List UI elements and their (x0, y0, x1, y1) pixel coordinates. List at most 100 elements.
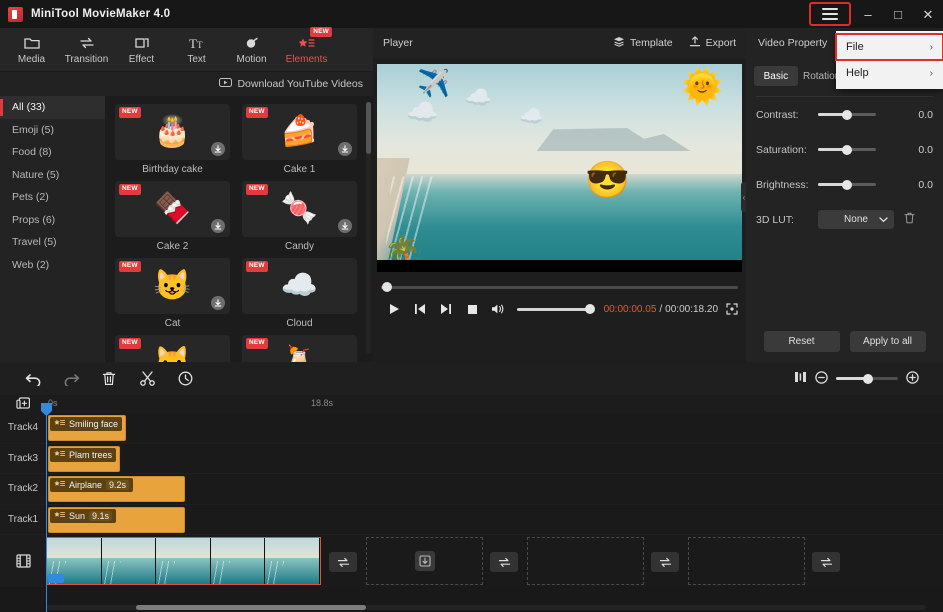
smiling-face-element[interactable]: 😎 (585, 162, 630, 198)
element-thumbnail[interactable]: NEW 🍬 (242, 181, 357, 237)
delete-lut-icon[interactable] (904, 212, 915, 227)
element-card[interactable]: NEW 🐱 (115, 335, 230, 362)
tab-basic[interactable]: Basic (754, 66, 798, 86)
maximize-button[interactable]: □ (883, 0, 913, 28)
media-drop-slot[interactable] (527, 537, 644, 585)
delete-icon[interactable] (90, 364, 128, 394)
nav-item-motion[interactable]: Motion (224, 29, 279, 71)
download-icon[interactable] (211, 219, 225, 233)
clip-trim-handle[interactable] (48, 574, 64, 583)
category-emoji[interactable]: Emoji (5) (0, 119, 105, 142)
nav-item-media[interactable]: Media (4, 29, 59, 71)
apply-to-all-button[interactable]: Apply to all (850, 331, 926, 352)
ruler-track[interactable]: 0s 18.8s (46, 395, 943, 413)
element-thumbnail[interactable]: NEW 🍹 (242, 335, 357, 362)
track-label-4: Track4 (0, 413, 46, 443)
element-thumbnail[interactable]: NEW ☁️ (242, 258, 357, 314)
volume-slider[interactable] (517, 308, 593, 311)
category-travel[interactable]: Travel (5) (0, 231, 105, 254)
speed-icon[interactable] (166, 364, 204, 394)
main-menu-button[interactable] (809, 2, 851, 26)
fullscreen-button[interactable] (726, 303, 738, 315)
clip-smiling-face[interactable]: Smiling face (48, 415, 126, 441)
next-frame-button[interactable] (433, 298, 459, 320)
transition-slot-button[interactable] (329, 552, 357, 572)
element-card[interactable]: NEW 🍰 Cake 1 (242, 104, 357, 175)
reset-button[interactable]: Reset (764, 331, 840, 352)
airplane-element[interactable]: ✈️ (417, 70, 451, 97)
track-lane-4[interactable]: Smiling face (46, 413, 943, 443)
playhead[interactable] (46, 413, 47, 612)
nav-item-effect[interactable]: Effect (114, 29, 169, 71)
menu-item-help[interactable]: Help › (836, 60, 943, 86)
clip-sun[interactable]: Sun 9.1s (48, 507, 185, 533)
element-thumbnail[interactable]: NEW 😺 (115, 258, 230, 314)
video-frame (265, 538, 320, 584)
media-drop-slot[interactable] (366, 537, 483, 585)
fit-timeline-icon[interactable] (794, 371, 807, 386)
element-card[interactable]: NEW 🍬 Candy (242, 181, 357, 252)
element-card[interactable]: NEW 🍫 Cake 2 (115, 181, 230, 252)
close-button[interactable]: ✕ (913, 0, 943, 28)
element-card[interactable]: NEW 🍹 (242, 335, 357, 362)
stop-button[interactable] (459, 298, 485, 320)
timeline-zoom-slider[interactable] (836, 377, 898, 380)
contrast-slider[interactable] (818, 113, 876, 116)
previous-frame-button[interactable] (407, 298, 433, 320)
brightness-slider[interactable] (818, 183, 876, 186)
play-button[interactable] (381, 298, 407, 320)
download-icon[interactable] (211, 142, 225, 156)
preview-stage[interactable]: ☁️ ☁️ ☁️ ✈️ 🌞 🌴 😎 (377, 64, 742, 272)
track-lane-1[interactable]: Sun 9.1s (46, 505, 943, 535)
transition-slot-button[interactable] (651, 552, 679, 572)
sun-element[interactable]: 🌞 (681, 70, 723, 104)
transition-slot-button[interactable] (812, 552, 840, 572)
nav-item-text[interactable]: TT Text (169, 29, 224, 71)
element-thumbnail[interactable]: NEW 🎂 (115, 104, 230, 160)
template-button[interactable]: Template (613, 36, 673, 50)
element-thumbnail[interactable]: NEW 🍰 (242, 104, 357, 160)
category-pets[interactable]: Pets (2) (0, 186, 105, 209)
nav-item-elements[interactable]: NEW Elements (279, 29, 334, 71)
element-card[interactable]: NEW 🎂 Birthday cake (115, 104, 230, 175)
download-icon[interactable] (338, 219, 352, 233)
timeline-hscrollbar[interactable] (46, 605, 926, 610)
seek-handle[interactable] (382, 282, 392, 292)
saturation-slider[interactable] (818, 148, 876, 151)
volume-handle[interactable] (585, 304, 595, 314)
undo-icon[interactable] (14, 364, 52, 394)
menu-item-file[interactable]: File › (836, 34, 943, 60)
element-card[interactable]: NEW 😺 Cat (115, 258, 230, 329)
transition-slot-button[interactable] (490, 552, 518, 572)
element-thumbnail[interactable]: NEW 🍫 (115, 181, 230, 237)
video-track-lane[interactable] (46, 535, 943, 587)
category-web[interactable]: Web (2) (0, 254, 105, 277)
nav-item-transition[interactable]: Transition (59, 29, 114, 71)
split-icon[interactable] (128, 364, 166, 394)
library-scrollbar[interactable] (366, 102, 371, 354)
category-all[interactable]: All (33) (0, 96, 105, 119)
element-thumbnail[interactable]: NEW 🐱 (115, 335, 230, 362)
category-food[interactable]: Food (8) (0, 141, 105, 164)
clip-airplane[interactable]: Airplane 9.2s (48, 476, 185, 502)
clip-plam-trees[interactable]: Plam trees (48, 446, 120, 472)
track-lane-2[interactable]: Airplane 9.2s (46, 474, 943, 504)
download-youtube-videos-link[interactable]: Download YouTube Videos (237, 78, 363, 90)
media-drop-slot[interactable] (688, 537, 805, 585)
download-icon[interactable] (338, 142, 352, 156)
track-lane-3[interactable]: Plam trees (46, 444, 943, 474)
lut-select[interactable]: None (818, 210, 894, 229)
video-clip[interactable] (46, 537, 321, 585)
export-button[interactable]: Export (689, 36, 736, 50)
minimize-button[interactable]: – (853, 0, 883, 28)
category-nature[interactable]: Nature (5) (0, 164, 105, 187)
download-icon[interactable] (211, 296, 225, 310)
category-props[interactable]: Props (6) (0, 209, 105, 232)
volume-icon[interactable] (485, 298, 511, 320)
zoom-out-button[interactable] (815, 371, 828, 387)
zoom-in-button[interactable] (906, 371, 919, 387)
seek-bar[interactable] (381, 286, 738, 289)
add-media-icon[interactable] (0, 397, 46, 411)
redo-icon[interactable] (52, 364, 90, 394)
element-card[interactable]: NEW ☁️ Cloud (242, 258, 357, 329)
